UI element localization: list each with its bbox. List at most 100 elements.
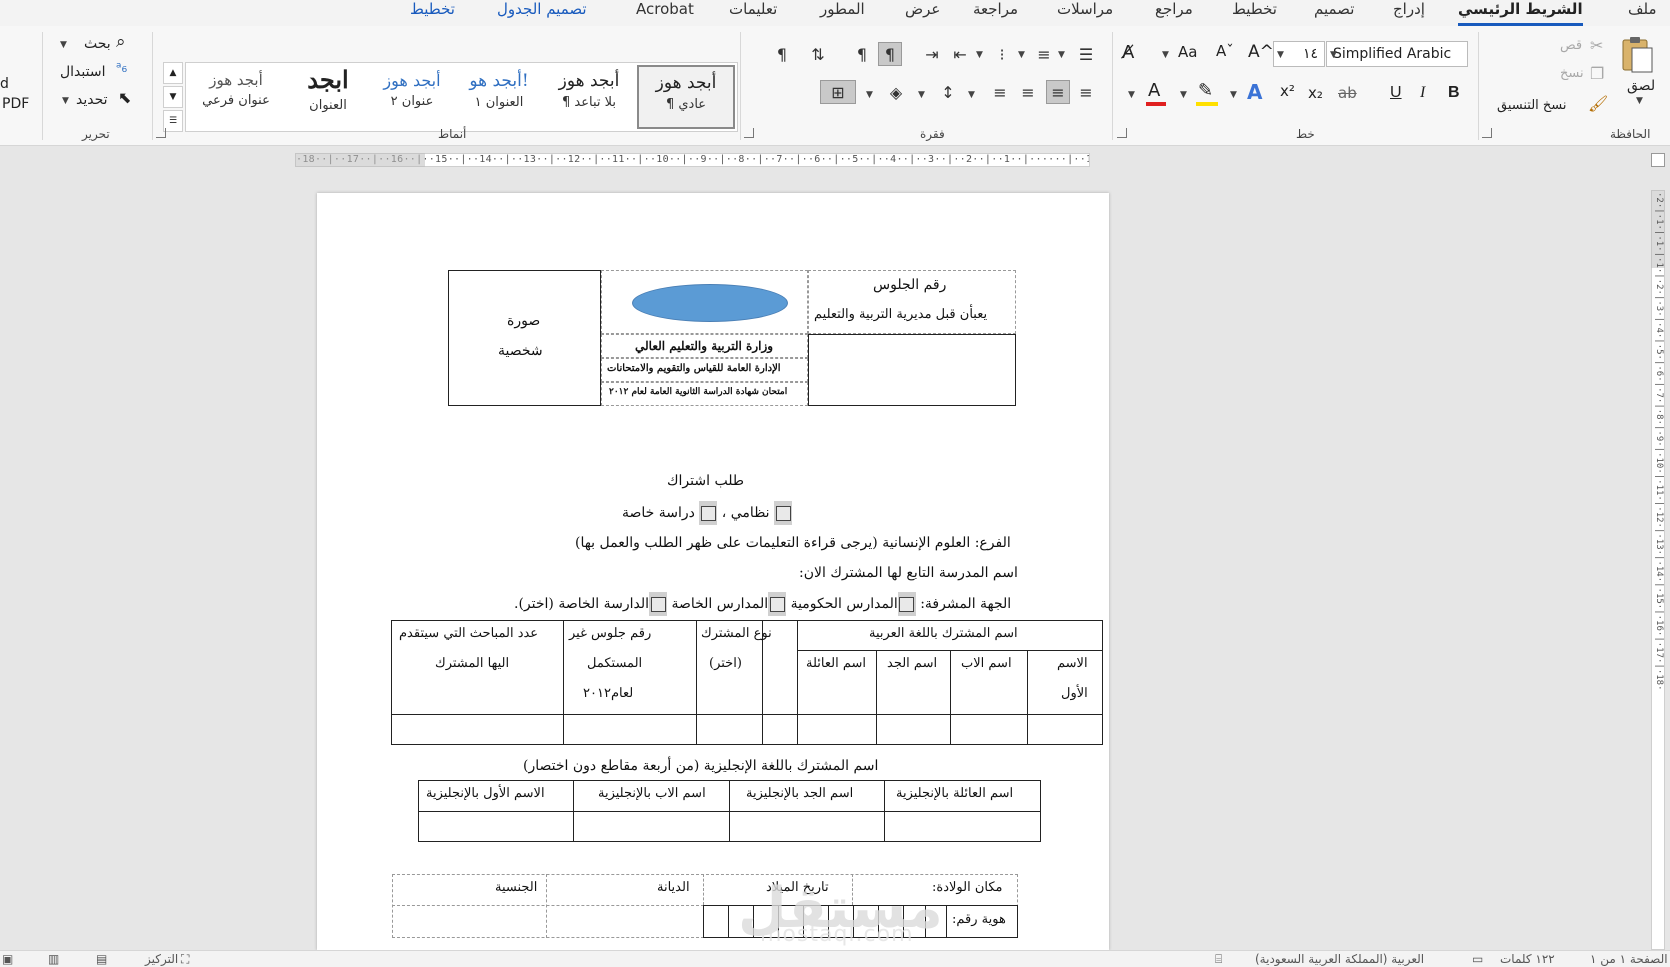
proofing-icon[interactable]: ▭ — [1472, 952, 1483, 966]
page-count-status[interactable]: الصفحة ١ من ١ — [1590, 952, 1668, 966]
numbering-dropdown-icon[interactable]: ▼ — [1018, 50, 1025, 60]
grow-font-button[interactable]: A^ — [1248, 42, 1274, 62]
tab-mailings[interactable]: مراسلات — [1057, 0, 1113, 26]
style-heading-2[interactable]: أبجد هوز عنوان ٢ — [370, 65, 454, 129]
show-marks-icon[interactable]: ¶ — [770, 42, 794, 66]
tab-home[interactable]: الشريط الرئيسي — [1458, 0, 1583, 26]
tab-design[interactable]: تصميم — [1314, 0, 1354, 26]
private-schools-checkbox[interactable] — [769, 596, 785, 612]
gallery-more-icon[interactable]: ☰ — [163, 110, 183, 132]
align-center-icon[interactable]: ≡ — [1046, 80, 1070, 104]
font-size-dropdown-icon[interactable]: ▼ — [1277, 50, 1284, 60]
tab-acrobat[interactable]: Acrobat — [636, 0, 694, 26]
text-effects-icon[interactable]: A — [1247, 80, 1262, 104]
tab-table-design[interactable]: تصميم الجدول — [497, 0, 587, 26]
clipboard-launcher-icon[interactable] — [1482, 128, 1492, 138]
select-button[interactable]: تحديد — [76, 92, 108, 108]
style-subtitle[interactable]: أبجد هوز عنوان فرعي — [188, 65, 284, 129]
format-painter-button[interactable]: نسخ التنسيق — [1497, 98, 1567, 113]
select-dropdown-icon[interactable]: ▼ — [62, 96, 69, 106]
style-no-spacing[interactable]: أبجد هوز ¶ بلا تباعد — [544, 65, 634, 129]
private-study-checkbox-wrap[interactable] — [649, 592, 668, 616]
private-checkbox-wrap[interactable] — [699, 501, 718, 525]
seat-number-value-cell[interactable] — [808, 334, 1016, 406]
font-color-dropdown-icon[interactable]: ▼ — [1180, 90, 1187, 100]
gallery-scroll-down-icon[interactable]: ▼ — [163, 86, 183, 108]
private-checkbox[interactable] — [700, 505, 716, 521]
regular-checkbox[interactable] — [775, 505, 791, 521]
decrease-indent-icon[interactable]: ⇤ — [948, 42, 972, 66]
private-study-checkbox[interactable] — [650, 596, 666, 612]
tab-file[interactable]: ملف — [1628, 0, 1657, 26]
web-layout-icon[interactable]: ▣ — [2, 952, 13, 966]
numbering-icon[interactable]: ≡ — [1032, 42, 1056, 66]
find-button[interactable]: بحث — [84, 36, 111, 52]
shrink-font-button[interactable]: Aˇ — [1216, 42, 1234, 60]
tab-insert[interactable]: إدراج — [1393, 0, 1425, 26]
font-name-dropdown-icon[interactable]: ▼ — [1330, 50, 1337, 60]
multilevel-list-dropdown-icon[interactable]: ▼ — [1058, 50, 1065, 60]
shading-icon[interactable]: ◈ — [884, 80, 908, 104]
tab-help[interactable]: تعليمات — [729, 0, 777, 26]
align-left-icon[interactable]: ≡ — [1016, 80, 1040, 104]
read-mode-icon[interactable]: ▤ — [96, 952, 107, 966]
gov-checkbox-wrap[interactable] — [897, 592, 916, 616]
tab-review[interactable]: مراجعة — [973, 0, 1018, 26]
paste-button[interactable] — [1620, 34, 1660, 78]
font-color-icon[interactable]: A — [1148, 80, 1160, 101]
tab-layout[interactable]: تخطيط — [1232, 0, 1277, 26]
paragraph-launcher-icon[interactable] — [744, 128, 754, 138]
bullets-dropdown-icon[interactable]: ▼ — [976, 50, 983, 60]
font-launcher-icon[interactable] — [1117, 128, 1127, 138]
styles-launcher-icon[interactable] — [156, 128, 166, 138]
justify-dropdown-icon[interactable]: ▼ — [968, 90, 975, 100]
style-heading-1[interactable]: أبجد هو! العنوان ١ — [454, 65, 544, 129]
shading-dropdown-icon[interactable]: ▼ — [866, 90, 873, 100]
sort-icon[interactable]: ⇅ — [806, 42, 830, 66]
increase-indent-icon[interactable]: ⇥ — [920, 42, 944, 66]
language-status[interactable]: العربية (المملكة العربية السعودية) — [1255, 952, 1424, 966]
tab-selector-icon[interactable] — [1651, 153, 1665, 167]
cut-button[interactable]: قص — [1560, 38, 1582, 53]
justify-icon[interactable]: ≡ — [988, 80, 1012, 104]
copy-button[interactable]: نسخ — [1560, 66, 1584, 81]
find-dropdown-icon[interactable]: ▼ — [60, 40, 67, 50]
line-spacing-dropdown-icon[interactable]: ▼ — [918, 90, 925, 100]
clear-formatting-icon[interactable]: A̸ — [1122, 42, 1134, 63]
gallery-scroll-up-icon[interactable]: ▲ — [163, 62, 183, 84]
bullets-icon[interactable]: ⁝ — [990, 42, 1014, 66]
change-case-button[interactable]: Aa — [1178, 43, 1197, 61]
accessibility-icon[interactable]: ⌸ — [1215, 952, 1222, 967]
highlighter-icon[interactable]: ✎ — [1198, 80, 1213, 101]
superscript-button[interactable]: x² — [1280, 82, 1295, 100]
font-name-combo[interactable]: Simplified Arabic — [1326, 41, 1468, 67]
italic-button[interactable]: I — [1420, 84, 1425, 102]
bold-button[interactable]: B — [1448, 84, 1460, 102]
highlight-dropdown-icon[interactable]: ▼ — [1230, 90, 1237, 100]
line-spacing-icon[interactable]: ↕ — [936, 80, 960, 104]
underline-button[interactable]: U — [1390, 84, 1402, 102]
tab-view[interactable]: عرض — [905, 0, 940, 26]
gov-checkbox[interactable] — [899, 596, 915, 612]
borders-icon[interactable]: ⊞ — [820, 80, 856, 104]
strikethrough-button[interactable]: ab — [1338, 84, 1357, 102]
rtl-direction-icon[interactable]: ¶ — [878, 42, 902, 66]
ltr-direction-icon[interactable]: ¶ — [850, 42, 874, 66]
multilevel-list-icon[interactable]: ☰ — [1074, 42, 1098, 66]
style-normal[interactable]: أبجد هوز ¶ عادي — [637, 65, 735, 129]
align-right-icon[interactable]: ≡ — [1074, 80, 1098, 104]
subscript-button[interactable]: x₂ — [1308, 84, 1323, 102]
font-color-dropdown-icon-2[interactable]: ▼ — [1128, 90, 1135, 100]
tab-table-layout[interactable]: تخطيط — [410, 0, 455, 26]
paste-dropdown-icon[interactable]: ▼ — [1636, 96, 1643, 106]
pdf-label[interactable]: PDF — [2, 96, 29, 112]
private-schools-checkbox-wrap[interactable] — [768, 592, 787, 616]
regular-checkbox-wrap[interactable] — [774, 501, 793, 525]
focus-mode-button[interactable]: التركيز — [145, 952, 178, 966]
change-case-dropdown-icon[interactable]: ▼ — [1162, 50, 1169, 60]
document-page[interactable]: صورة شخصية وزارة التربية والتعليم العالي… — [317, 193, 1109, 950]
word-count-status[interactable]: ١٢٢ كلمات — [1500, 952, 1555, 966]
tab-developer[interactable]: المطور — [820, 0, 865, 26]
tab-references[interactable]: مراجع — [1155, 0, 1193, 26]
print-layout-icon[interactable]: ▥ — [48, 952, 59, 966]
